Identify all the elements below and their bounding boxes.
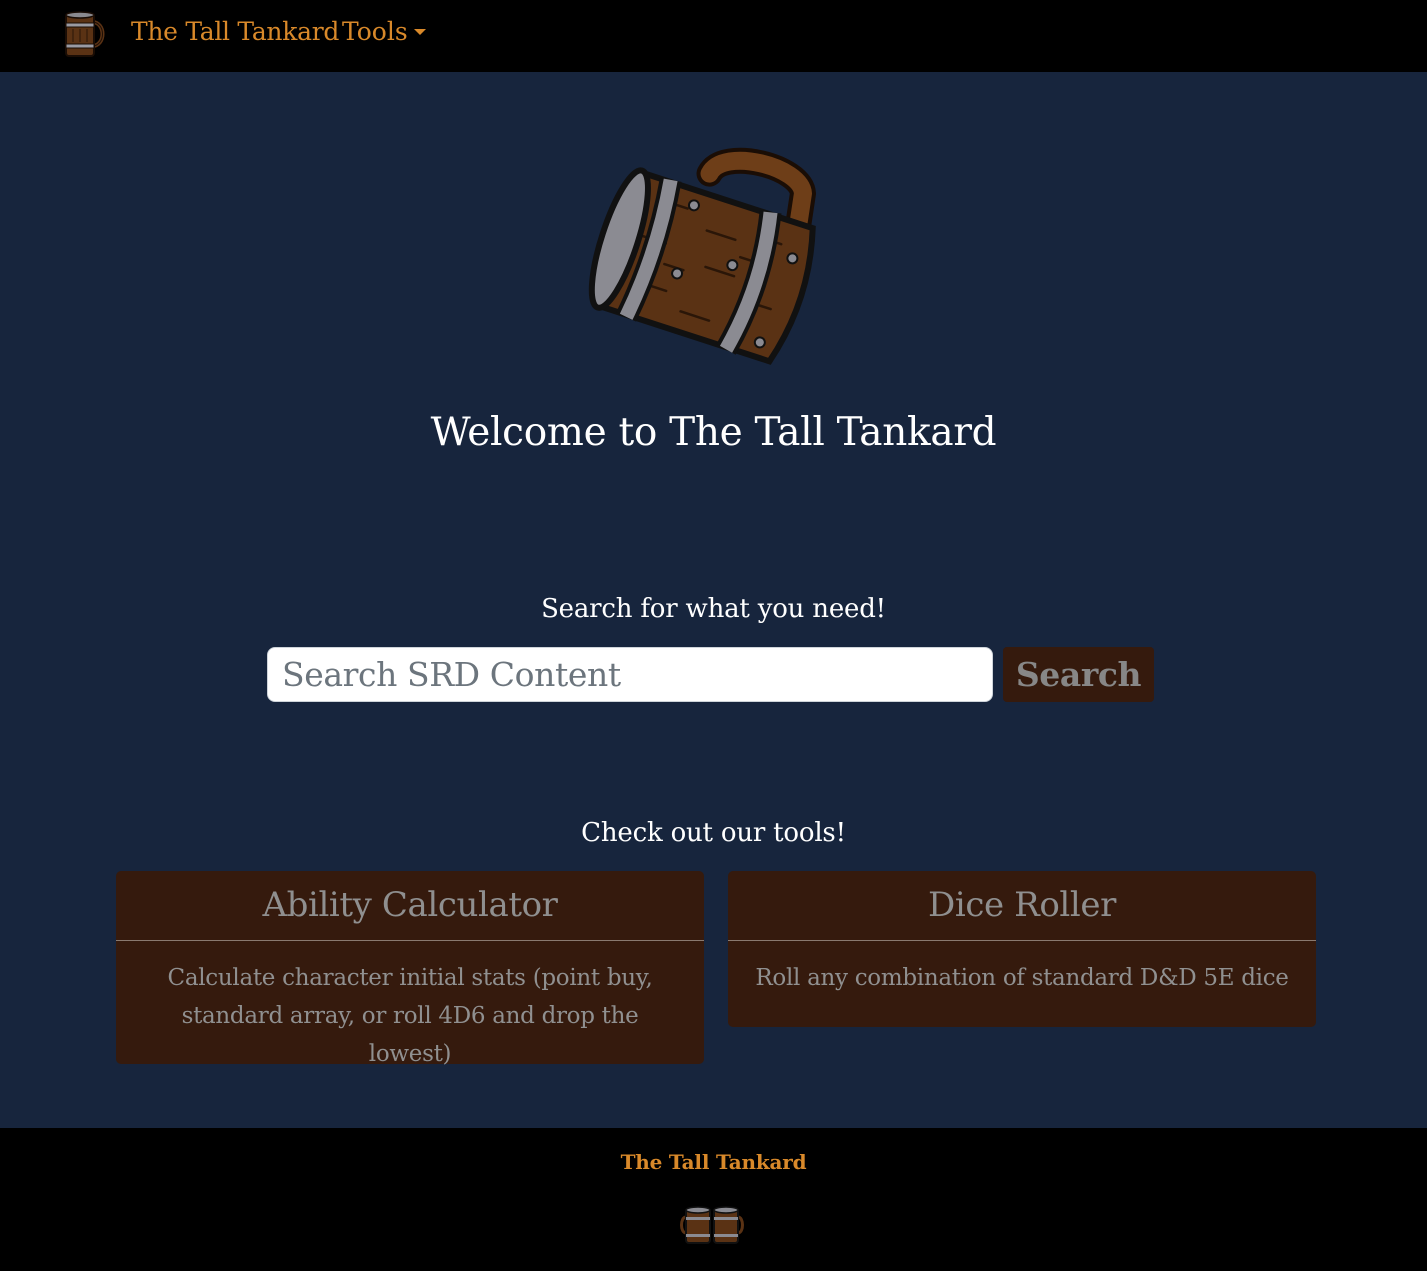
card-description: Calculate character initial stats (point… [167,965,653,1067]
footer-brand: The Tall Tankard [620,1150,807,1174]
search-button[interactable]: Search [1003,647,1154,702]
card-description: Roll any combination of standard D&D 5E … [755,965,1289,991]
welcome-heading: Welcome to The Tall Tankard [430,410,997,455]
search-heading: Search for what you need! [541,594,886,624]
search-input[interactable] [267,647,993,702]
tankard-logo-icon[interactable] [62,10,106,60]
footer: The Tall Tankard [0,1128,1427,1271]
card-title: Ability Calculator [116,871,704,941]
dice-roller-card[interactable]: Dice Roller Roll any combination of stan… [728,871,1316,1027]
tools-heading: Check out our tools! [581,818,846,848]
card-title: Dice Roller [728,871,1316,941]
tools-dropdown-label: Tools [342,17,408,46]
two-tankards-icon [680,1206,744,1244]
tankard-hero-icon [588,147,817,365]
navbar: The Tall Tankard Tools [0,0,1427,72]
navbar-brand-link[interactable]: The Tall Tankard [131,17,339,46]
ability-calculator-card[interactable]: Ability Calculator Calculate character i… [116,871,704,1067]
caret-down-icon [413,29,426,35]
tools-dropdown-toggle[interactable]: Tools [342,17,426,46]
